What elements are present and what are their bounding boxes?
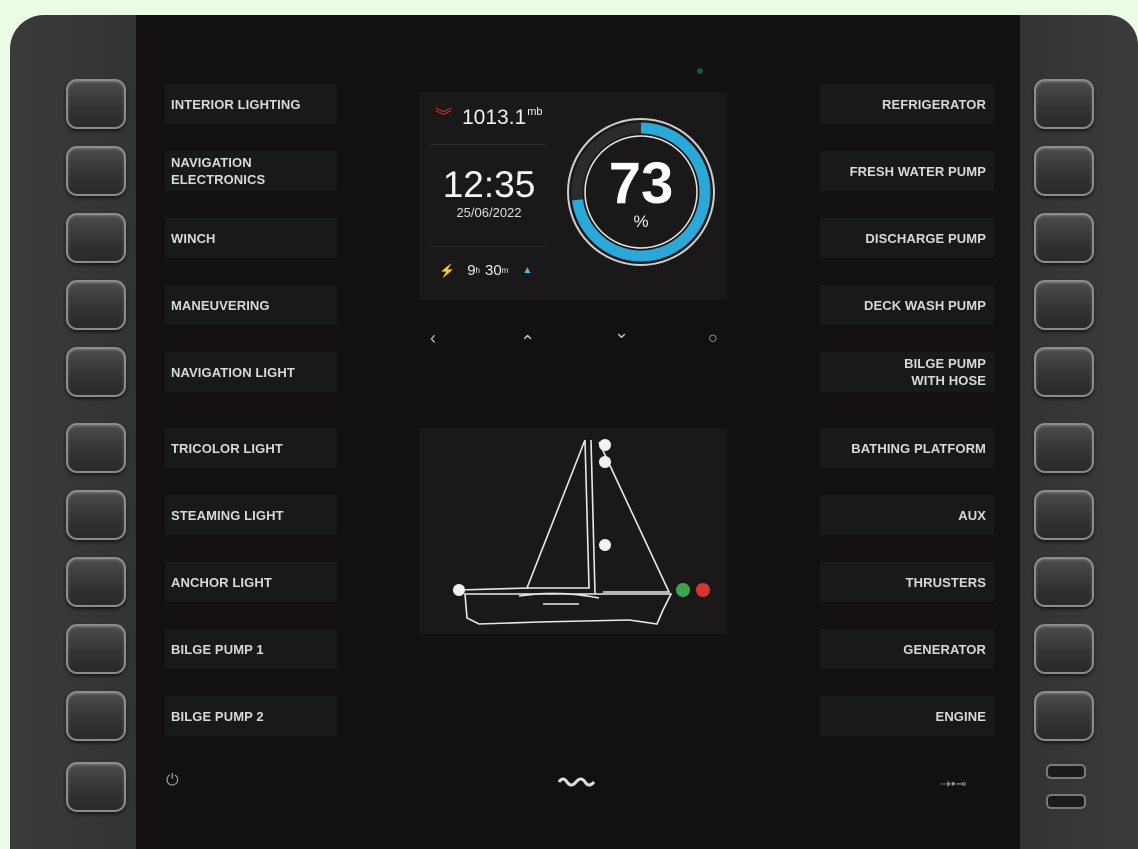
battery-unit: % [633,212,649,231]
mast-second-light[interactable] [599,456,611,468]
steaming-light[interactable] [599,539,611,551]
label-interior-lighting[interactable]: INTERIOR LIGHTING [165,84,337,124]
label-discharge-pump[interactable]: DISCHARGE PUMP [820,218,994,258]
right-hardware-button-2[interactable] [1034,146,1094,196]
left-hardware-button-3[interactable] [66,213,126,263]
power-icon[interactable]: ⏻ [166,772,179,790]
label-bilge-pump-2[interactable]: BILGE PUMP 2 [165,696,337,736]
right-hardware-button-5[interactable] [1034,347,1094,397]
remaining-hours: 9 [467,262,476,279]
right-hardware-button-6[interactable] [1034,423,1094,473]
right-hardware-button-7[interactable] [1034,490,1094,540]
time-remaining: ⚡ 9h 30 m ▲ [439,262,532,279]
trend-up-icon: ▲ [522,265,533,276]
label-navigation-light[interactable]: NAVIGATION LIGHT [165,352,337,392]
mast-top-light[interactable] [599,439,611,451]
sailboat-diagram [453,439,710,625]
mast [590,439,596,595]
waves-logo-icon [557,773,596,792]
left-hardware-button-2[interactable] [66,146,126,196]
label-navigation-electronics[interactable]: NAVIGATION ELECTRONICS [165,151,337,191]
right-hardware-button-8[interactable] [1034,557,1094,607]
clock-time: 12:35 [442,164,536,205]
port-light[interactable] [696,583,710,597]
left-hardware-button-10[interactable] [66,691,126,741]
left-hardware-button-11[interactable] [66,762,126,812]
right-hardware-button-1[interactable] [1034,79,1094,129]
left-hardware-button-5[interactable] [66,347,126,397]
refresh-icon[interactable]: ○ [708,330,718,348]
status-led [697,68,703,74]
label-bathing-platform[interactable]: BATHING PLATFORM [820,428,994,468]
barometer-readout: ︾ 1013.1 mb [435,106,543,130]
label-fresh-water-pump[interactable]: FRESH WATER PUMP [820,151,994,191]
label-engine[interactable]: ENGINE [820,696,994,736]
usb-port-2[interactable] [1046,794,1086,809]
mainsail [525,439,590,589]
left-hardware-button-4[interactable] [66,280,126,330]
left-hardware-button-7[interactable] [66,490,126,540]
clock-date: 25/06/2022 [456,205,522,220]
label-thrusters[interactable]: THRUSTERS [820,562,994,602]
label-bilge-pump-1[interactable]: BILGE PUMP 1 [165,629,337,669]
left-hardware-button-1[interactable] [66,79,126,129]
lightning-icon: ⚡ [439,262,456,278]
label-tricolor-light[interactable]: TRICOLOR LIGHT [165,428,337,468]
battery-percent: 73 [608,151,674,216]
left-hardware-button-6[interactable] [66,423,126,473]
label-bilge-pump-with-hose[interactable]: BILGE PUMP WITH HOSE [820,352,994,392]
right-hardware-button-10[interactable] [1034,691,1094,741]
label-deck-wash-pump[interactable]: DECK WASH PUMP [820,285,994,325]
chevron-left-icon[interactable]: ‹ [430,328,436,349]
label-maneuvering[interactable]: MANEUVERING [165,285,337,325]
remaining-minutes-unit: m [501,266,509,275]
boom [458,587,530,591]
dashboard-widget: ︾ 1013.1 mb 12:35 25/06/2022 ⚡ 9h 30 m ▲ 7… [419,92,727,300]
stern-light[interactable] [453,584,465,596]
chevron-down-icon[interactable]: ⌄ [614,322,629,343]
left-hardware-button-8[interactable] [66,557,126,607]
label-anchor-light[interactable]: ANCHOR LIGHT [165,562,337,602]
remaining-minutes: 30 [484,262,502,279]
label-aux[interactable]: AUX [820,495,994,535]
label-refrigerator[interactable]: REFRIGERATOR [820,84,994,124]
left-hardware-button-9[interactable] [66,624,126,674]
double-chevron-down-icon: ︾ [435,107,452,126]
battery-gauge: 73 % [561,112,721,272]
remaining-hours-unit: h [475,266,480,275]
chevron-up-icon[interactable]: ⌃ [520,332,535,353]
boat-lights-widget [419,428,727,634]
label-steaming-light[interactable]: STEAMING LIGHT [165,495,337,535]
label-winch[interactable]: WINCH [165,218,337,258]
pressure-unit: mb [527,106,543,118]
hull [464,593,673,625]
label-generator[interactable]: GENERATOR [820,629,994,669]
usb-icon: ⇢•⊸ [940,776,967,791]
starboard-light[interactable] [676,583,690,597]
right-hardware-button-4[interactable] [1034,280,1094,330]
usb-port-1[interactable] [1046,764,1086,779]
right-hardware-button-3[interactable] [1034,213,1094,263]
pressure-value: 1013.1 [462,106,527,129]
right-hardware-button-9[interactable] [1034,624,1094,674]
